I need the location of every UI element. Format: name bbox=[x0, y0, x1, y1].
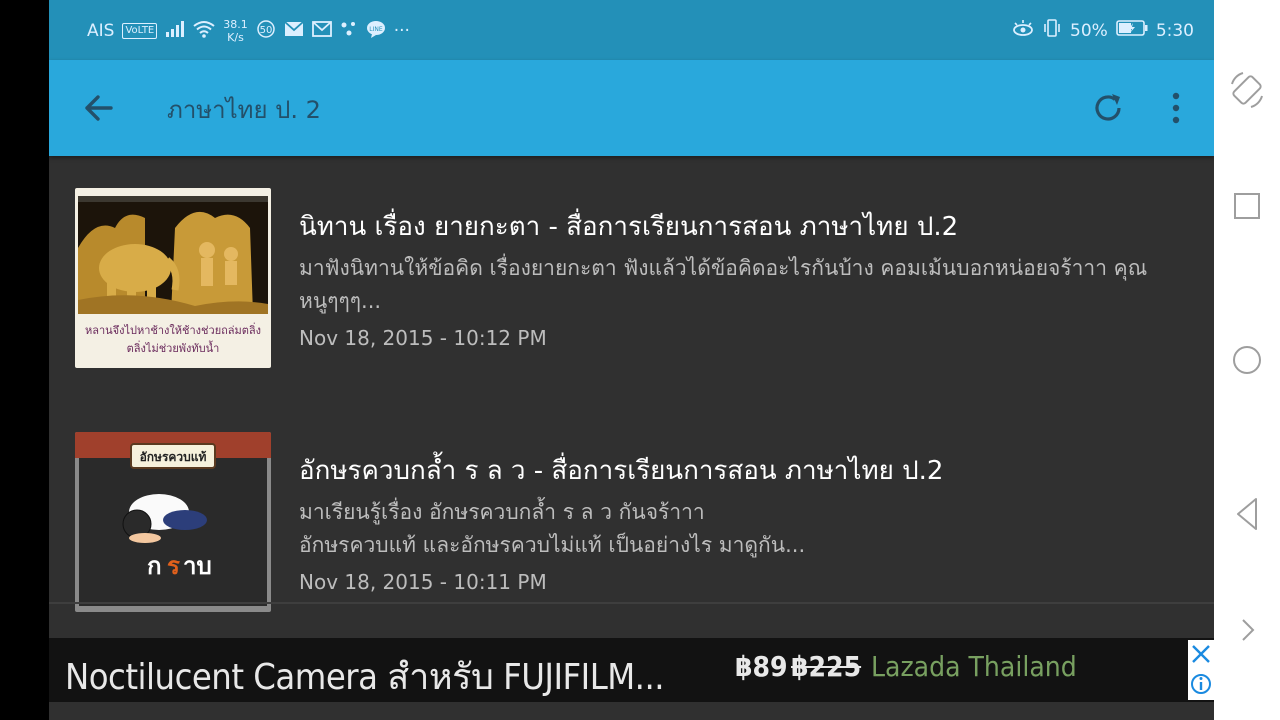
gmail-icon bbox=[311, 20, 332, 42]
line-app-icon: LINE bbox=[366, 20, 386, 43]
description-line: หนูๆๆๆ... bbox=[299, 289, 382, 313]
speed-unit: K/s bbox=[227, 31, 244, 44]
wifi-icon bbox=[193, 20, 215, 43]
item-description: มาเรียนรู้เรื่อง อักษรควบกล้ำ ร ล ว กันจ… bbox=[299, 496, 1189, 562]
app-screen: AIS VoLTE 38.1 K/s 50 LINE ··· 50% 5:30 … bbox=[49, 0, 1214, 720]
item-title[interactable]: นิทาน เรื่อง ยายกะตา - สื่อการเรียนการสอ… bbox=[299, 206, 958, 247]
volte-badge: VoLTE bbox=[122, 23, 158, 39]
app-bar: ภาษาไทย ป. 2 bbox=[49, 60, 1214, 156]
speed-value: 38.1 bbox=[223, 18, 248, 31]
ad-price: ฿89 bbox=[735, 650, 788, 683]
signal-icon bbox=[165, 20, 185, 42]
network-speed: 38.1 K/s bbox=[223, 18, 248, 44]
ad-choices[interactable] bbox=[1188, 640, 1214, 700]
thumbnail-word-part: ก bbox=[147, 552, 162, 580]
battery-icon bbox=[1116, 20, 1148, 41]
vibrate-icon bbox=[1042, 18, 1062, 43]
video-thumbnail[interactable]: อักษรควบแท้ ก ร าบ bbox=[75, 432, 271, 612]
ad-banner[interactable]: Noctilucent Camera สำหรับ FUJIFILM... ฿8… bbox=[49, 638, 1214, 702]
page-title: ภาษาไทย ป. 2 bbox=[167, 96, 321, 124]
home-button[interactable] bbox=[1229, 340, 1265, 380]
clock: 5:30 bbox=[1155, 20, 1194, 41]
system-nav-bar bbox=[1214, 0, 1280, 720]
thumbnail-word-part: าบ bbox=[183, 552, 212, 580]
status-bar: AIS VoLTE 38.1 K/s 50 LINE ··· 50% 5:30 bbox=[49, 0, 1214, 60]
badge-text: 50 bbox=[259, 25, 272, 36]
ad-old-price: ฿225 bbox=[791, 650, 862, 683]
thumbnail-caption-line-2: ตลิ่งไม่ช่วยพังทับน้ำ bbox=[127, 340, 220, 355]
expand-nav-button[interactable] bbox=[1229, 610, 1265, 650]
cartoon-student-thumbnail: อักษรควบแท้ ก ร าบ bbox=[75, 432, 271, 612]
eye-comfort-icon bbox=[1012, 19, 1034, 42]
triangle-back-icon bbox=[1237, 498, 1257, 530]
item-date: Nov 18, 2015 - 10:12 PM bbox=[299, 326, 547, 350]
more-notifications: ··· bbox=[393, 21, 410, 41]
share-dots-icon bbox=[340, 20, 358, 43]
video-thumbnail[interactable]: หลานจึงไปหาช้างให้ช้างช่วยถล่มตลิ่ง ตลิ่… bbox=[75, 188, 271, 368]
ad-close-icon[interactable] bbox=[1188, 640, 1214, 700]
back-arrow-icon bbox=[85, 95, 113, 121]
notification-count-icon: 50 bbox=[256, 19, 276, 44]
refresh-button[interactable] bbox=[1091, 88, 1127, 128]
description-line: มาเรียนรู้เรื่อง อักษรควบกล้ำ ร ล ว กันจ… bbox=[299, 500, 705, 524]
thumbnail-label: อักษรควบแท้ bbox=[140, 450, 207, 464]
list-divider bbox=[49, 602, 1214, 604]
ad-shop-name: Lazada Thailand bbox=[871, 650, 1077, 683]
thumbnail-caption-line-1: หลานจึงไปหาช้างให้ช้างช่วยถล่มตลิ่ง bbox=[85, 322, 261, 337]
description-line: มาฟังนิทานให้ข้อคิด เรื่องยายกะตา ฟังแล้… bbox=[299, 256, 1148, 280]
list-item[interactable]: หลานจึงไปหาช้างให้ช้างช่วยถล่มตลิ่ง ตลิ่… bbox=[49, 180, 1214, 380]
back-nav-button[interactable] bbox=[1229, 494, 1265, 534]
refresh-icon bbox=[1095, 94, 1121, 121]
list-item[interactable]: อักษรควบแท้ ก ร าบ อักษรควบกล้ำ ร ล ว - … bbox=[49, 424, 1214, 624]
recents-button[interactable] bbox=[1229, 186, 1265, 226]
circle-icon bbox=[1233, 346, 1261, 374]
item-date: Nov 18, 2015 - 10:11 PM bbox=[299, 570, 547, 594]
item-description: มาฟังนิทานให้ข้อคิด เรื่องยายกะตา ฟังแล้… bbox=[299, 252, 1189, 318]
chevron-right-icon bbox=[1242, 619, 1255, 641]
item-title[interactable]: อักษรควบกล้ำ ร ล ว - สื่อการเรียนการสอน … bbox=[299, 450, 943, 491]
rotate-icon bbox=[1231, 72, 1263, 108]
elephant-illustration-thumbnail: หลานจึงไปหาช้างให้ช้างช่วยถล่มตลิ่ง ตลิ่… bbox=[75, 188, 271, 368]
status-left: AIS VoLTE 38.1 K/s 50 LINE ··· bbox=[87, 18, 410, 44]
ad-headline[interactable]: Noctilucent Camera สำหรับ FUJIFILM... bbox=[65, 648, 665, 705]
thumbnail-word-highlight: ร bbox=[167, 552, 180, 580]
battery-percent: 50% bbox=[1070, 20, 1108, 41]
carrier-label: AIS bbox=[87, 21, 115, 41]
mail-icon bbox=[284, 20, 304, 42]
more-options-button[interactable] bbox=[1161, 88, 1191, 128]
back-button[interactable] bbox=[79, 88, 119, 128]
svg-text:LINE: LINE bbox=[369, 26, 383, 33]
status-right: 50% 5:30 bbox=[1012, 18, 1194, 43]
more-vert-icon bbox=[1172, 92, 1180, 124]
description-line: อักษรควบแท้ และอักษรควบไม่แท้ เป็นอย่างไ… bbox=[299, 533, 806, 557]
square-icon bbox=[1234, 193, 1260, 219]
rotate-button[interactable] bbox=[1229, 70, 1265, 110]
